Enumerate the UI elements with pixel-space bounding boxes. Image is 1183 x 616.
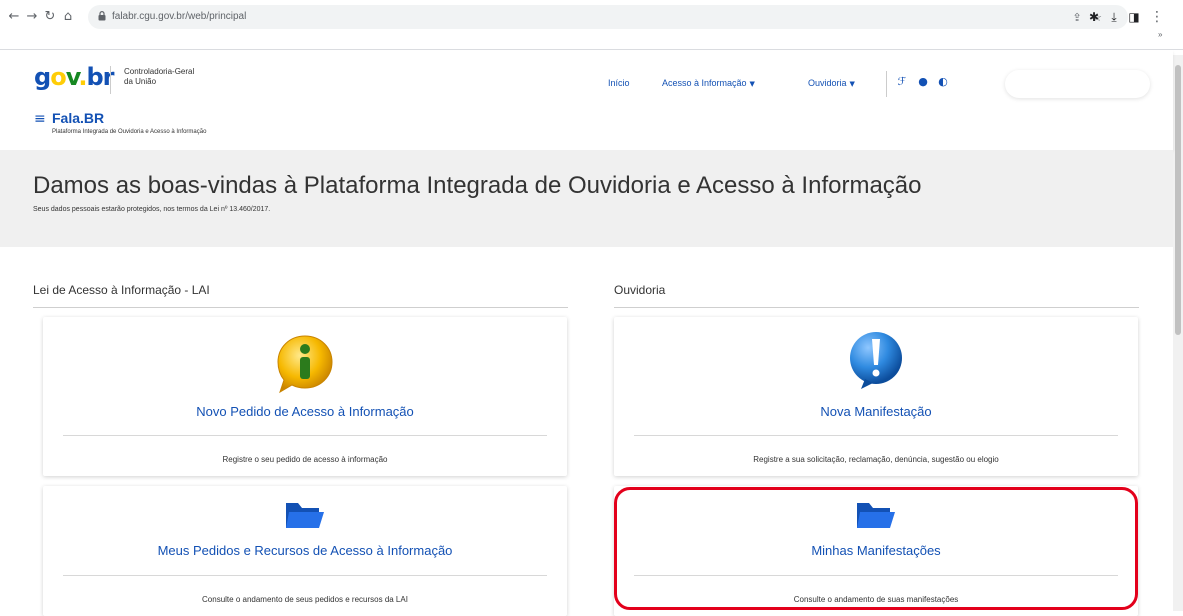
welcome-banner: Damos as boas-vindas à Plataforma Integr… (0, 150, 1173, 247)
card-divider (63, 435, 547, 436)
card-divider (634, 435, 1118, 436)
download-icon[interactable]: ⤓ (1106, 9, 1122, 25)
chevron-right-icon[interactable]: » (1158, 30, 1162, 39)
page-scrollbar[interactable] (1173, 55, 1183, 611)
forward-arrow-icon[interactable]: → (24, 9, 40, 25)
caret-down-icon: ▼ (849, 80, 855, 88)
url-text: falabr.cgu.gov.br/web/principal (112, 11, 247, 22)
card-divider (63, 575, 547, 576)
org-name-line2: da União (124, 77, 157, 86)
section-title-ouvidoria: Ouvidoria (614, 283, 666, 297)
nav-link-label: Ouvidoria (808, 78, 847, 88)
contrast-icon[interactable]: ◐ (935, 74, 951, 90)
logo-letter-g: g (34, 63, 51, 91)
app-subtitle: Plataforma Integrada de Ouvidoria e Aces… (52, 129, 207, 135)
nav-link-label: Acesso à Informação (662, 78, 747, 88)
govbr-logo[interactable]: gov.br (34, 63, 115, 91)
home-icon[interactable]: ⌂ (60, 9, 76, 25)
highlight-annotation (614, 487, 1138, 610)
address-bar[interactable]: falabr.cgu.gov.br/web/principal ⇪ ☆ (88, 5, 1128, 29)
info-icon (277, 335, 333, 394)
org-name-line1: Controladoria-Geral (124, 67, 195, 76)
nav-dropdown-ouvidoria[interactable]: Ouvidoria ▼ (808, 78, 855, 88)
logo-divider (110, 66, 111, 94)
organization-name: Controladoria-Geral da União (124, 67, 244, 87)
privacy-notice: Seus dados pessoais estarão protegidos, … (33, 206, 271, 213)
side-panel-icon[interactable]: ◨ (1126, 9, 1142, 25)
folder-icon (286, 503, 324, 528)
extensions-puzzle-icon[interactable]: ✱ (1086, 9, 1102, 25)
reload-icon[interactable]: ↻ (42, 9, 58, 25)
scrollbar-thumb[interactable] (1175, 65, 1181, 335)
browser-toolbar: ← → ↻ ⌂ falabr.cgu.gov.br/web/principal … (0, 0, 1183, 50)
card-title[interactable]: Meus Pedidos e Recursos de Acesso à Info… (43, 543, 567, 558)
back-arrow-icon[interactable]: ← (6, 9, 22, 25)
logo-letter-v: v (65, 63, 80, 91)
card-description: Registre a sua solicitação, reclamação, … (753, 455, 999, 464)
sign-language-icon[interactable]: ℱ (894, 74, 910, 90)
card-meus-pedidos[interactable]: Meus Pedidos e Recursos de Acesso à Info… (43, 486, 567, 616)
nav-link-inicio[interactable]: Início (608, 78, 630, 88)
nav-divider (886, 71, 887, 97)
card-novo-pedido[interactable]: Novo Pedido de Acesso à Informação Regis… (43, 317, 567, 476)
site-header: gov.br Controladoria-Geral da União ≡ Fa… (0, 50, 1173, 150)
cookie-icon[interactable]: ● (915, 74, 931, 90)
card-description: Registre o seu pedido de acesso à inform… (222, 455, 388, 464)
nav-link-label: Início (608, 78, 630, 88)
page-title: Damos as boas-vindas à Plataforma Integr… (33, 172, 922, 199)
section-title-lai: Lei de Acesso à Informação - LAI (33, 283, 210, 297)
app-name[interactable]: Fala.BR (52, 110, 104, 126)
more-menu-icon[interactable]: ⋮ (1150, 8, 1164, 26)
card-description: Consulte o andamento de seus pedidos e r… (202, 595, 408, 604)
exclamation-icon (850, 332, 902, 389)
card-title[interactable]: Novo Pedido de Acesso à Informação (43, 404, 567, 419)
nav-dropdown-acesso-informacao[interactable]: Acesso à Informação ▼ (662, 78, 755, 88)
search-input[interactable] (1005, 70, 1150, 98)
logo-dot: . (78, 63, 87, 91)
card-title[interactable]: Nova Manifestação (614, 404, 1138, 419)
lock-icon (98, 11, 106, 21)
share-icon[interactable]: ⇪ (1070, 11, 1084, 25)
section-divider (33, 307, 568, 308)
card-nova-manifestacao[interactable]: Nova Manifestação Registre a sua solicit… (614, 317, 1138, 476)
hamburger-menu-icon[interactable]: ≡ (34, 111, 46, 127)
logo-letter-o: o (50, 63, 66, 91)
caret-down-icon: ▼ (749, 80, 755, 88)
section-divider (614, 307, 1139, 308)
